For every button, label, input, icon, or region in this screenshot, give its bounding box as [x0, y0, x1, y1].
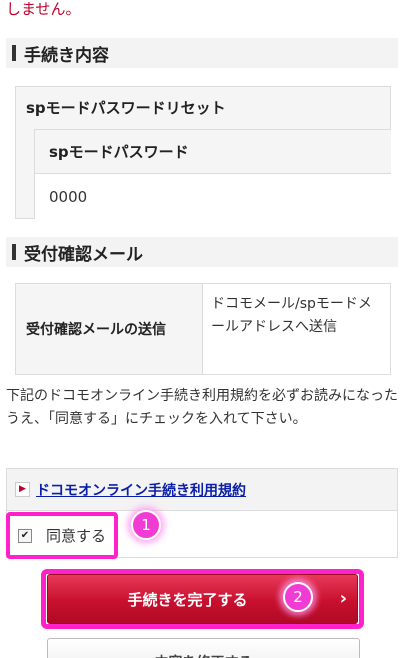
terms-instruction: 下記のドコモオンライン手続き利用規約を必ずお読みになったうえ、「同意する」にチェ…	[6, 388, 398, 427]
arrow-right-icon: ▶	[15, 482, 30, 497]
procedure-detail: spモードパスワード 0000	[34, 129, 391, 219]
password-label: spモードパスワード	[35, 130, 391, 174]
terms-link-row: ▶ ドコモオンライン手続き利用規約	[7, 469, 397, 511]
confirmation-section-header: 受付確認メール	[6, 237, 398, 267]
terms-link[interactable]: ドコモオンライン手続き利用規約	[36, 480, 246, 500]
procedure-box: spモードパスワードリセット spモードパスワード 0000	[15, 86, 391, 219]
confirmation-mail-table: 受付確認メールの送信 ドコモメール/spモードメールアドレスへ送信	[15, 283, 391, 375]
modify-button[interactable]: 内容を修正する	[47, 638, 360, 658]
complete-button-label: 手続きを完了する	[127, 590, 248, 609]
procedure-section-header: 手続き内容	[6, 38, 398, 68]
step-marker-1: 1	[131, 510, 161, 540]
password-value: 0000	[35, 174, 391, 219]
agree-checkbox-row[interactable]: ✔ 同意する	[6, 512, 118, 559]
confirmation-mail-value: ドコモメール/spモードメールアドレスへ送信	[203, 284, 390, 374]
procedure-section-title: 手続き内容	[24, 45, 109, 66]
confirmation-section-title: 受付確認メール	[24, 244, 143, 265]
step-marker-2: 2	[283, 582, 313, 612]
agree-label[interactable]: 同意する	[46, 525, 106, 546]
confirmation-mail-label: 受付確認メールの送信	[16, 284, 203, 374]
procedure-item-title: spモードパスワードリセット	[26, 99, 226, 117]
heading-bar-icon	[12, 45, 16, 61]
page: しません。 手続き内容 spモードパスワードリセット spモードパスワード 00…	[0, 0, 407, 658]
notice-text: しません。	[6, 0, 81, 18]
heading-bar-icon	[12, 244, 16, 260]
agree-checkbox[interactable]: ✔	[18, 528, 32, 543]
chevron-right-icon: ›	[339, 588, 347, 609]
